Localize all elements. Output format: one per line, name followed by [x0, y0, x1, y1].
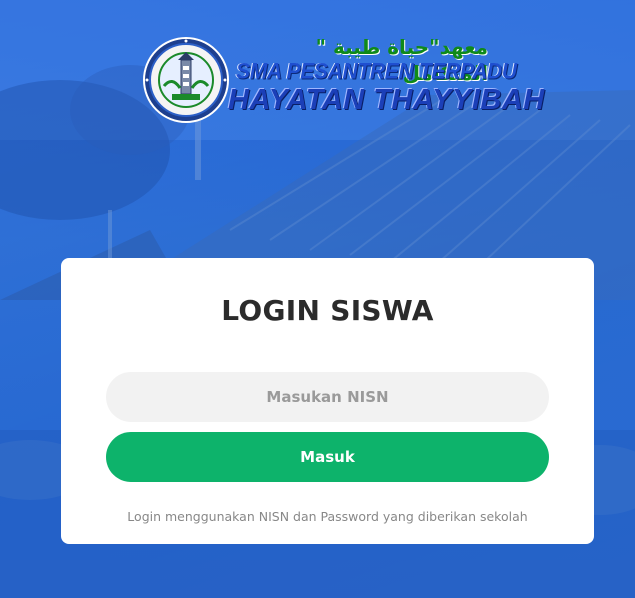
- login-hint-text: Login menggunakan NISN dan Password yang…: [127, 509, 528, 524]
- school-name-line2: HAYATAN THAYYIBAH: [228, 84, 545, 116]
- login-submit-button[interactable]: Masuk: [106, 432, 549, 482]
- school-logo: معهد"حياة طيبة " المتكامل SMA PESANTREN …: [142, 34, 545, 123]
- login-card: LOGIN SISWA Masuk Login menggunakan NISN…: [61, 258, 594, 544]
- school-name-line1: SMA PESANTREN TERPADU: [236, 59, 517, 84]
- login-title: LOGIN SISWA: [221, 294, 434, 327]
- school-emblem-icon: [143, 37, 229, 123]
- nisn-input[interactable]: [106, 372, 549, 422]
